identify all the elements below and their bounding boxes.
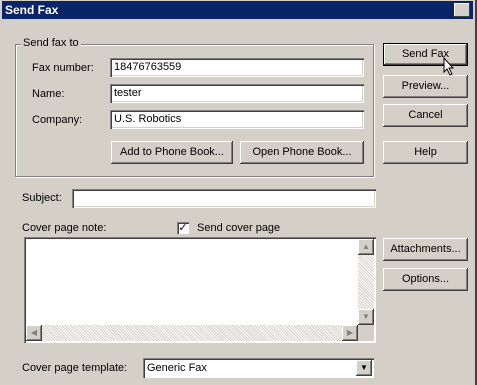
chevron-left-icon: ◀: [30, 328, 38, 337]
close-button[interactable]: [454, 3, 470, 17]
dropdown-button[interactable]: ▼: [356, 360, 372, 376]
cover-template-select[interactable]: Generic Fax ▼: [143, 358, 374, 378]
scroll-down-button[interactable]: ▼: [358, 309, 374, 325]
preview-button[interactable]: Preview...: [383, 75, 468, 98]
check-icon: ✓: [178, 222, 188, 234]
send-fax-dialog: Send Fax Send fax to Fax number: 1847676…: [0, 0, 477, 385]
cover-note-textarea[interactable]: ▲ ▼ ◀ ▶: [24, 237, 376, 343]
title-bar[interactable]: Send Fax: [2, 1, 473, 19]
help-button[interactable]: Help: [383, 141, 468, 164]
open-phone-book-button[interactable]: Open Phone Book...: [240, 141, 364, 164]
chevron-down-icon: ▼: [360, 363, 368, 372]
company-field[interactable]: U.S. Robotics: [110, 110, 364, 129]
send-cover-page-label[interactable]: Send cover page: [197, 222, 280, 234]
options-button[interactable]: Options...: [383, 268, 468, 291]
name-field[interactable]: tester: [110, 84, 364, 103]
chevron-right-icon: ▶: [346, 328, 354, 337]
scroll-right-button[interactable]: ▶: [342, 325, 358, 341]
cover-template-label: Cover page template:: [22, 362, 128, 374]
cover-note-label: Cover page note:: [22, 222, 107, 234]
cover-template-value: Generic Fax: [147, 362, 207, 374]
name-label: Name:: [32, 88, 65, 100]
scrollbar-corner: [358, 325, 374, 341]
scroll-left-button[interactable]: ◀: [26, 325, 42, 341]
scroll-up-button[interactable]: ▲: [358, 239, 374, 255]
subject-field[interactable]: [72, 189, 376, 208]
send-cover-page-checkbox[interactable]: ✓: [177, 222, 189, 234]
window-title: Send Fax: [5, 3, 59, 17]
chevron-up-icon: ▲: [362, 242, 370, 251]
send-fax-to-legend: Send fax to: [21, 37, 81, 49]
subject-label: Subject:: [22, 192, 62, 204]
mouse-cursor-icon: [443, 57, 455, 76]
fax-number-field[interactable]: 18476763559: [110, 58, 364, 77]
chevron-down-icon: ▼: [362, 312, 370, 321]
company-label: Company:: [32, 114, 83, 126]
fax-number-label: Fax number:: [32, 62, 94, 74]
add-to-phone-book-button[interactable]: Add to Phone Book...: [111, 141, 233, 164]
cancel-button[interactable]: Cancel: [383, 104, 468, 127]
attachments-button[interactable]: Attachments...: [383, 238, 468, 261]
horizontal-scrollbar[interactable]: [26, 325, 358, 341]
